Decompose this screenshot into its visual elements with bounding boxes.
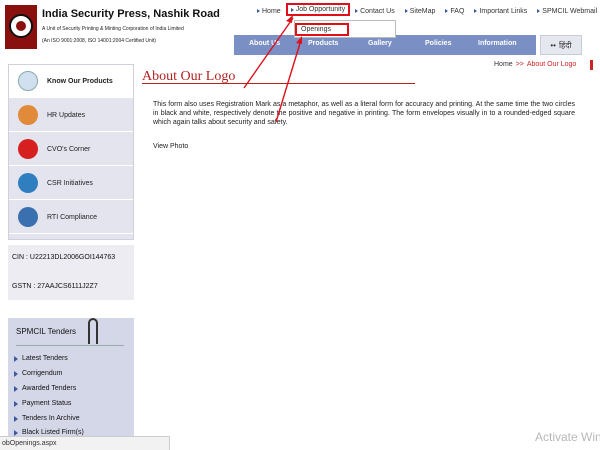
- tender-payment-status[interactable]: Payment Status: [14, 400, 71, 407]
- language-label: हिंदी: [558, 40, 572, 50]
- breadcrumb: Home >> About Our Logo: [494, 61, 576, 68]
- arrow-icon: [14, 400, 18, 407]
- tenders-heading: SPMCIL Tenders: [16, 327, 77, 336]
- tender-latest[interactable]: Latest Tenders: [14, 355, 68, 362]
- sidebar-item-cvo-corner[interactable]: CVO's Corner: [9, 133, 133, 166]
- globe-icon: [18, 173, 38, 193]
- top-nav-job-opportunity[interactable]: Job Opportunity: [285, 3, 351, 16]
- tender-archive[interactable]: Tenders In Archive: [14, 415, 80, 422]
- title-underline: [142, 83, 415, 84]
- nav-gallery[interactable]: Gallery: [368, 40, 392, 47]
- sidebar-item-label: CVO's Corner: [47, 145, 91, 153]
- main-nav: About Us Products Gallery Policies Infor…: [234, 35, 536, 55]
- arrow-icon: [14, 415, 18, 422]
- sidebar-item-label: Know Our Products: [47, 77, 113, 85]
- rti-icon: [18, 207, 38, 227]
- top-nav-contact-us[interactable]: Contact Us: [350, 6, 400, 16]
- page-body: This form also uses Registration Mark as…: [153, 101, 575, 126]
- bullet-icon: [404, 9, 408, 13]
- tender-black-listed[interactable]: Black Listed Firm(s): [14, 429, 84, 436]
- top-nav-important-links[interactable]: Important Links: [469, 6, 532, 16]
- language-toggle[interactable]: •• हिंदी: [540, 35, 582, 55]
- tender-corrigendum[interactable]: Corrigendum: [14, 370, 62, 377]
- top-nav-faq[interactable]: FAQ: [440, 6, 469, 16]
- sidebar-item-rti[interactable]: RTI Compliance: [9, 201, 133, 234]
- job-opportunity-dropdown: Openings: [294, 20, 396, 38]
- nav-policies[interactable]: Policies: [425, 40, 451, 47]
- logo[interactable]: [5, 5, 37, 49]
- arrow-icon: [14, 355, 18, 362]
- org-certification: (An ISO 9001:2008, ISO 14001:2004 Certif…: [42, 38, 156, 44]
- sidebar-item-label: HR Updates: [47, 111, 86, 119]
- bullet-icon: [537, 9, 541, 13]
- tender-awarded[interactable]: Awarded Tenders: [14, 385, 76, 392]
- breadcrumb-accent: [590, 60, 593, 70]
- company-info: CIN : U22213DL2006GOI144763 GSTN : 27AAJ…: [8, 245, 134, 300]
- bullet-icon: [355, 9, 359, 13]
- nav-about-us[interactable]: About Us: [249, 40, 280, 47]
- breadcrumb-separator: >>: [515, 61, 524, 68]
- bullet-icon: [257, 9, 260, 13]
- org-name: India Security Press, Nashik Road: [42, 8, 220, 20]
- nav-products[interactable]: Products: [308, 40, 338, 47]
- view-photo-link[interactable]: View Photo: [153, 143, 188, 150]
- annotation-arrowhead-1: [286, 15, 293, 23]
- browser-status-bar: obOpenings.aspx: [0, 436, 170, 450]
- nav-information[interactable]: Information: [478, 40, 517, 47]
- sidebar-item-csr[interactable]: CSR Initiatives: [9, 167, 133, 200]
- gstn-number: GSTN : 27AAJCS6111J2Z7: [12, 283, 98, 290]
- arrow-icon: [14, 385, 18, 392]
- top-nav-sitemap[interactable]: SiteMap: [400, 6, 441, 16]
- breadcrumb-home[interactable]: Home: [494, 61, 513, 68]
- bullet-icon: [474, 9, 478, 13]
- top-nav-webmail[interactable]: SPMCIL Webmail: [532, 6, 600, 16]
- sidebar-item-hr-updates[interactable]: HR Updates: [9, 99, 133, 132]
- search-icon: [18, 71, 38, 91]
- top-nav-home[interactable]: Home: [252, 6, 286, 16]
- dropdown-item-openings[interactable]: Openings: [295, 23, 349, 36]
- logo-dot: [16, 21, 26, 31]
- magnifier-icon: [18, 139, 38, 159]
- sidebar-item-products[interactable]: Know Our Products: [9, 65, 133, 98]
- divider: [16, 345, 124, 346]
- bullet-icon: [445, 9, 449, 13]
- arrow-icon: [14, 429, 18, 436]
- arrow-icon: [14, 370, 18, 377]
- tenders-panel: SPMCIL Tenders Latest Tenders Corrigendu…: [8, 318, 134, 438]
- bullet-icon: [290, 7, 294, 12]
- paperclip-icon: [88, 318, 98, 344]
- sidebar-item-label: CSR Initiatives: [47, 179, 93, 187]
- dots-icon: ••: [550, 40, 556, 50]
- breadcrumb-current: About Our Logo: [526, 61, 577, 68]
- sidebar: Know Our Products HR Updates CVO's Corne…: [8, 64, 134, 240]
- org-subtitle: A Unit of Security Printing & Minting Co…: [42, 26, 184, 32]
- cin-number: CIN : U22213DL2006GOI144763: [12, 254, 116, 261]
- sidebar-item-label: RTI Compliance: [47, 213, 98, 221]
- activation-watermark: Activate Win: [535, 430, 600, 444]
- top-nav: Home Job Opportunity Contact Us SiteMap …: [252, 3, 600, 16]
- people-icon: [18, 105, 38, 125]
